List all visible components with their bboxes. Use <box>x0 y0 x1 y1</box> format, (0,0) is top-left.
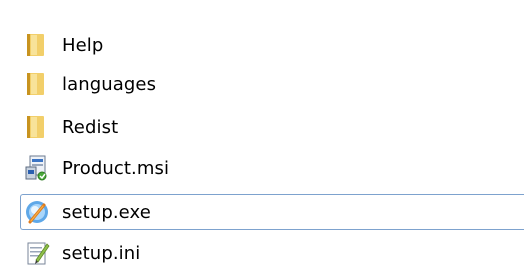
ini-file-icon <box>22 238 52 268</box>
file-name: languages <box>62 73 157 95</box>
msi-installer-icon <box>22 153 52 183</box>
file-list: Help languages Redist Product.msi setup.… <box>0 0 524 277</box>
file-item-redist[interactable]: Redist <box>20 109 524 145</box>
file-name: Product.msi <box>62 157 170 179</box>
file-name: setup.exe <box>62 201 151 223</box>
folder-icon <box>22 69 52 99</box>
file-item-help[interactable]: Help <box>20 27 524 63</box>
file-item-product-msi[interactable]: Product.msi <box>20 150 524 186</box>
file-name: Help <box>62 34 104 56</box>
setup-exe-icon <box>22 197 52 227</box>
file-item-languages[interactable]: languages <box>20 66 524 102</box>
file-item-setup-ini[interactable]: setup.ini <box>20 235 524 271</box>
folder-icon <box>22 112 52 142</box>
file-name: Redist <box>62 116 119 138</box>
file-item-setup-exe[interactable]: setup.exe <box>20 194 524 230</box>
folder-icon <box>22 30 52 60</box>
file-name: setup.ini <box>62 242 141 264</box>
